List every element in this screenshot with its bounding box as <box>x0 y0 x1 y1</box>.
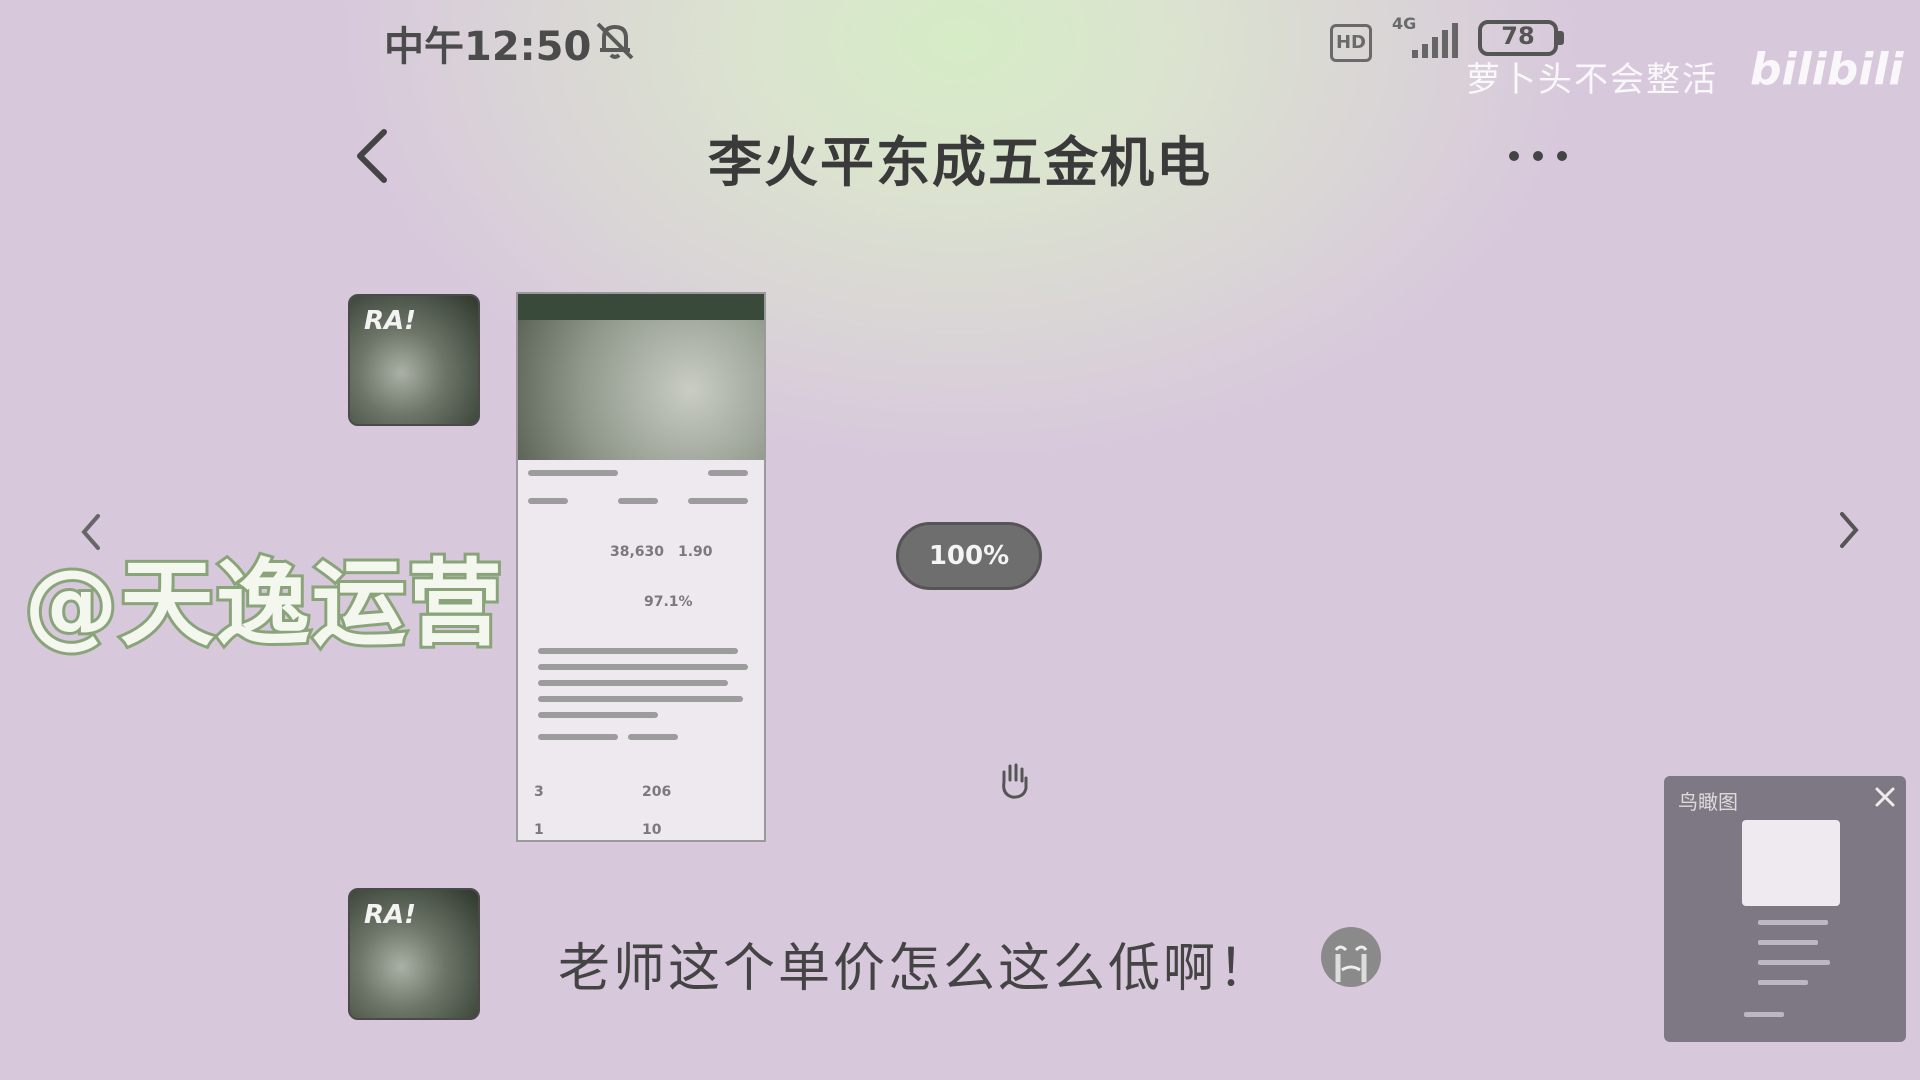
thumb-stat: 1 <box>534 822 544 838</box>
thumb-stat: 1.90 <box>678 544 713 560</box>
thumb-stat: 3 <box>534 784 544 800</box>
bell-off-icon <box>596 22 634 60</box>
zoom-indicator: 100% <box>896 522 1042 590</box>
thumb-stat: 38,630 <box>610 544 665 560</box>
avatar[interactable]: RA! <box>348 888 480 1020</box>
message-text: 老师这个单价怎么这么低啊！ <box>558 939 1274 999</box>
thumb-header <box>518 294 764 320</box>
thumb-stat: 206 <box>642 784 672 800</box>
overlay-handle: @天逸运营 <box>21 547 505 662</box>
thumb-photo <box>518 320 764 460</box>
image-message[interactable]: 38,630 1.90 97.1% 3 206 1 10 <box>516 292 766 842</box>
battery-cap <box>1558 31 1564 45</box>
bird-view-title: 鸟瞰图 <box>1678 790 1738 814</box>
thumb-stat: 97.1% <box>644 594 693 610</box>
chat-title: 李火平东成五金机电 <box>708 131 1212 194</box>
avatar[interactable]: RA! <box>348 294 480 426</box>
hd-indicator: HD <box>1330 24 1372 62</box>
chevron-left-icon[interactable] <box>350 126 394 186</box>
bird-view-panel[interactable]: 鸟瞰图 <box>1664 776 1906 1042</box>
hand-cursor-icon <box>1002 763 1028 799</box>
avatar-text: RA! <box>364 900 416 930</box>
signal-icon <box>1412 23 1458 58</box>
avatar-text: RA! <box>364 306 416 336</box>
status-time: 中午12:50 <box>384 24 592 70</box>
battery-level: 78 <box>1501 22 1535 50</box>
emoji-icon <box>1321 927 1381 987</box>
thumb-stat: 10 <box>642 822 662 838</box>
watermark-text: 萝卜头不会整活 <box>1466 60 1718 100</box>
close-icon[interactable] <box>1874 786 1896 808</box>
bird-view-thumb <box>1742 820 1840 906</box>
bilibili-logo: bilibili <box>1750 44 1904 95</box>
more-dots-icon[interactable] <box>1506 146 1570 166</box>
chevron-right-icon[interactable] <box>1834 510 1864 550</box>
